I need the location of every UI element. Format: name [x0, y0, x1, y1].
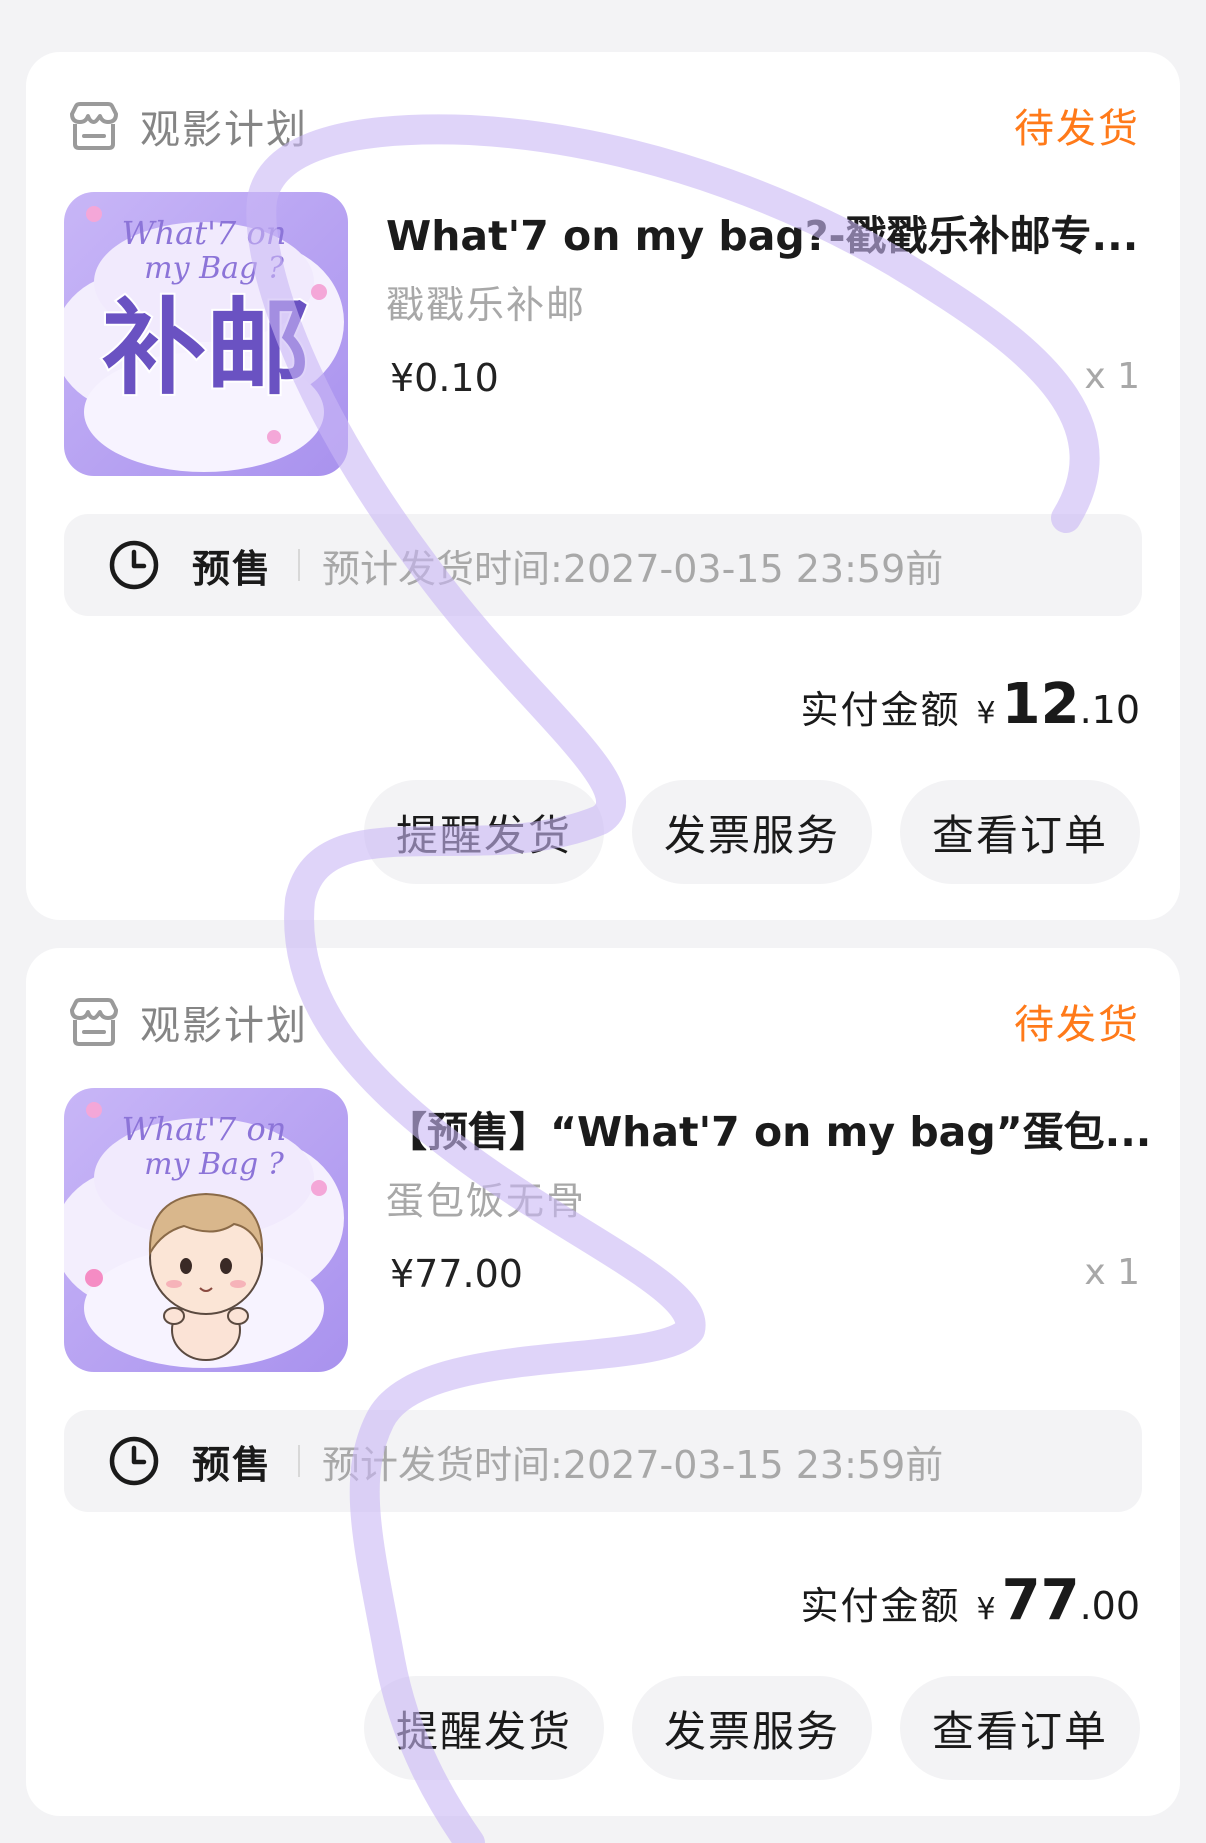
product-price: ¥0.10 — [390, 356, 499, 400]
clock-icon — [109, 540, 159, 590]
clock-icon — [109, 1436, 159, 1486]
presale-info-bar: 预售 预计发货时间:2027-03-15 23:59前 — [64, 514, 1142, 616]
product-spec: 蛋包饭无骨 — [386, 1179, 587, 1223]
total-amount-integer: 12 — [1001, 672, 1080, 737]
order-status: 待发货 — [1014, 1002, 1140, 1048]
thumb-text: 补邮 — [102, 287, 310, 409]
product-title[interactable]: What'7 on my bag?-戳戳乐补邮专... — [386, 202, 1166, 262]
presale-tag: 预售 — [192, 1442, 273, 1487]
invoice-service-button[interactable]: 发票服务 — [632, 780, 872, 884]
currency-symbol: ¥ — [976, 1592, 996, 1627]
shop-header[interactable]: 观影计划 — [66, 98, 308, 154]
total-paid: 实付金额 ¥ 77 .00 — [801, 1568, 1140, 1633]
shop-header[interactable]: 观影计划 — [66, 994, 308, 1050]
product-price: ¥77.00 — [390, 1252, 523, 1296]
product-spec: 戳戳乐补邮 — [386, 283, 587, 327]
total-amount-integer: 77 — [1001, 1568, 1080, 1633]
total-label: 实付金额 — [800, 1584, 961, 1628]
product-quantity: x 1 — [1084, 356, 1140, 397]
divider — [298, 1445, 301, 1477]
presale-tag: 预售 — [192, 546, 273, 591]
presale-ship-time: 预计发货时间:2027-03-15 23:59前 — [322, 1442, 944, 1487]
total-amount-decimal: .10 — [1079, 688, 1140, 732]
view-order-button[interactable]: 查看订单 — [900, 780, 1140, 884]
remind-shipping-button[interactable]: 提醒发货 — [364, 1676, 604, 1780]
product-thumbnail[interactable]: What'7 on my Bag ? — [64, 1088, 348, 1372]
order-actions: 提醒发货 发票服务 查看订单 — [336, 780, 1140, 884]
product-title[interactable]: 【预售】“What'7 on my bag”蛋包... — [386, 1098, 1166, 1158]
product-thumbnail[interactable]: What'7 on my Bag ? 补邮 — [64, 192, 348, 476]
order-status: 待发货 — [1014, 106, 1140, 152]
total-amount-decimal: .00 — [1079, 1584, 1140, 1628]
thumb-logo-line2: my Bag ? — [144, 251, 285, 286]
thumb-logo-line2: my Bag ? — [144, 1147, 285, 1182]
shop-name: 观影计划 — [140, 107, 308, 153]
order-actions: 提醒发货 发票服务 查看订单 — [336, 1676, 1140, 1780]
shop-icon — [70, 998, 118, 1046]
presale-ship-time: 预计发货时间:2027-03-15 23:59前 — [322, 546, 944, 591]
currency-symbol: ¥ — [976, 696, 996, 731]
remind-shipping-button[interactable]: 提醒发货 — [364, 780, 604, 884]
invoice-service-button[interactable]: 发票服务 — [632, 1676, 872, 1780]
thumb-logo-line1: What'7 on — [122, 1110, 287, 1148]
view-order-button[interactable]: 查看订单 — [900, 1676, 1140, 1780]
order-card[interactable]: 观影计划 待发货 What'7 on my Bag ? 【预售】“What'7 … — [26, 948, 1180, 1816]
presale-info-bar: 预售 预计发货时间:2027-03-15 23:59前 — [64, 1410, 1142, 1512]
shop-icon — [70, 102, 118, 150]
total-paid: 实付金额 ¥ 12 .10 — [801, 672, 1140, 737]
shop-name: 观影计划 — [140, 1003, 308, 1049]
order-card[interactable]: 观影计划 待发货 What'7 on my Bag ? 补邮 What'7 on… — [26, 52, 1180, 920]
product-quantity: x 1 — [1084, 1252, 1140, 1293]
thumb-logo-line1: What'7 on — [122, 214, 287, 252]
total-label: 实付金额 — [800, 688, 961, 732]
divider — [298, 549, 301, 581]
